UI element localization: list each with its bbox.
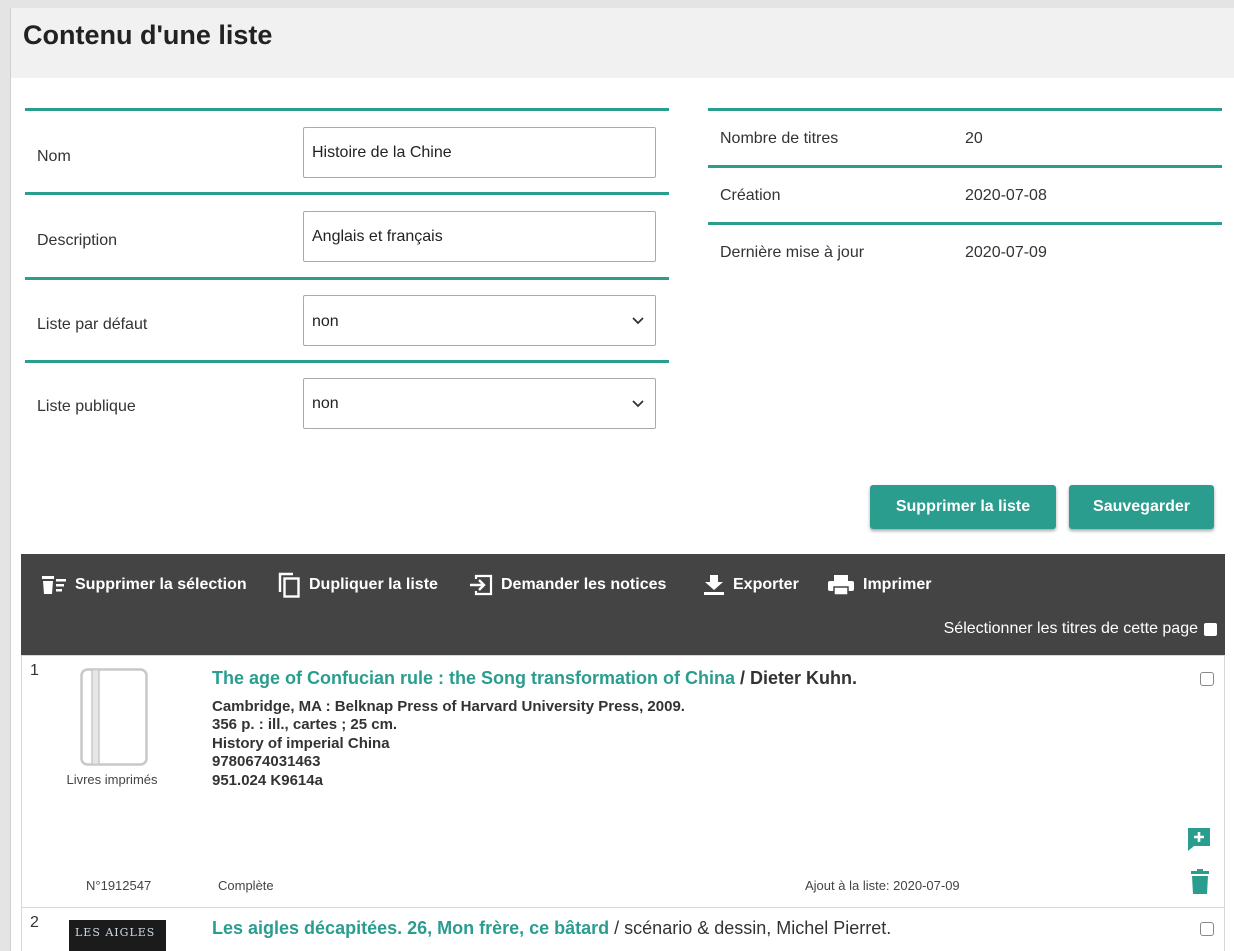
description-field[interactable]: Anglais et français (303, 211, 656, 262)
record-isbn: 9780674031463 (212, 753, 321, 771)
chevron-down-icon (632, 317, 644, 325)
record-details: Cambridge, MA : Belknap Press of Harvard… (212, 698, 685, 790)
record-series: History of imperial China (212, 734, 390, 752)
list-content-panel: Contenu d'une liste Nom Histoire de la C… (10, 8, 1234, 951)
export-button[interactable]: Exporter (703, 572, 799, 598)
last-update-value: 2020-07-09 (965, 244, 1047, 261)
name-row: Nom Histoire de la Chine (25, 108, 669, 192)
export-label: Exporter (733, 576, 799, 593)
title-count-row: Nombre de titres 20 (708, 108, 1222, 166)
chevron-down-icon (632, 400, 644, 408)
record-id: N°1912547 (86, 878, 152, 893)
delete-selection-button[interactable]: Supprimer la sélection (41, 572, 247, 598)
record-author: / scénario & dessin, Michel Pierret. (609, 918, 892, 938)
record-added-date: Ajout à la liste: 2020-07-09 (805, 878, 960, 893)
download-icon (704, 575, 724, 595)
select-page-checkbox[interactable]: Sélectionner les titres de cette page (944, 620, 1217, 638)
record-checkbox[interactable] (1200, 922, 1214, 936)
record-status: Complète (218, 878, 274, 893)
creation-value: 2020-07-08 (965, 187, 1047, 204)
record-title-link[interactable]: Les aigles décapitées. 26, Mon frère, ce… (212, 918, 609, 938)
list-item: 2 LES AIGLES Les aigles décapitées. 26, … (21, 907, 1225, 951)
copy-icon (278, 572, 300, 598)
last-update-label: Dernière mise à jour (720, 244, 865, 261)
duplicate-list-label: Dupliquer la liste (309, 576, 438, 593)
record-number: 1 (30, 662, 39, 679)
public-list-row: Liste publique non (25, 360, 669, 446)
title-count-value: 20 (965, 130, 983, 147)
record-title-line: The age of Confucian rule : the Song tra… (212, 668, 857, 689)
delete-list-button[interactable]: Supprimer la liste (870, 485, 1056, 529)
default-list-value: non (312, 313, 339, 330)
record-title-link[interactable]: The age of Confucian rule : the Song tra… (212, 668, 735, 688)
description-label: Description (37, 232, 118, 249)
import-icon (470, 574, 493, 596)
print-button[interactable]: Imprimer (827, 572, 931, 598)
default-list-label: Liste par défaut (37, 316, 148, 333)
trash-icon[interactable] (1190, 869, 1210, 895)
name-field[interactable]: Histoire de la Chine (303, 127, 656, 178)
delete-selection-label: Supprimer la sélection (75, 576, 247, 593)
public-list-select[interactable]: non (303, 378, 656, 429)
creation-label: Création (720, 187, 781, 204)
record-author: / Dieter Kuhn. (735, 668, 858, 688)
list-item: 1 Livres imprimés The age of Confucian r… (21, 655, 1225, 908)
request-records-button[interactable]: Demander les notices (469, 572, 666, 598)
public-list-value: non (312, 395, 339, 412)
description-row: Description Anglais et français (25, 192, 669, 277)
book-icon (80, 668, 148, 766)
creation-row: Création 2020-07-08 (708, 165, 1222, 223)
default-list-select[interactable]: non (303, 295, 656, 346)
select-page-box[interactable] (1204, 622, 1217, 636)
print-icon (828, 575, 854, 596)
name-label: Nom (37, 148, 71, 165)
record-number: 2 (30, 914, 39, 931)
record-call-number: 951.024 K9614a (212, 771, 323, 789)
name-value: Histoire de la Chine (312, 144, 452, 161)
record-title-line: Les aigles décapitées. 26, Mon frère, ce… (212, 918, 891, 939)
default-list-row: Liste par défaut non (25, 277, 669, 360)
list-toolbar: Supprimer la sélection Dupliquer la list… (21, 554, 1225, 656)
duplicate-list-button[interactable]: Dupliquer la liste (277, 572, 438, 598)
title-bar: Contenu d'une liste (11, 8, 1234, 78)
record-physical-description: 356 p. : ill., cartes ; 25 cm. (212, 716, 398, 734)
description-value: Anglais et français (312, 228, 443, 245)
cover-text: LES AIGLES (75, 926, 156, 939)
last-update-row: Dernière mise à jour 2020-07-09 (708, 222, 1222, 280)
record-publication: Cambridge, MA : Belknap Press of Harvard… (212, 698, 685, 715)
print-label: Imprimer (863, 576, 932, 593)
record-checkbox[interactable] (1200, 672, 1214, 686)
title-count-label: Nombre de titres (720, 130, 839, 147)
select-page-label: Sélectionner les titres de cette page (943, 620, 1198, 637)
request-records-label: Demander les notices (501, 576, 667, 593)
add-comment-icon[interactable] (1186, 826, 1212, 852)
cover-image: LES AIGLES (69, 920, 166, 951)
delete-selection-icon (42, 576, 66, 594)
document-type: Livres imprimés (66, 772, 158, 787)
public-list-label: Liste publique (37, 398, 136, 415)
save-button[interactable]: Sauvegarder (1069, 485, 1214, 529)
page-title: Contenu d'une liste (23, 20, 273, 50)
